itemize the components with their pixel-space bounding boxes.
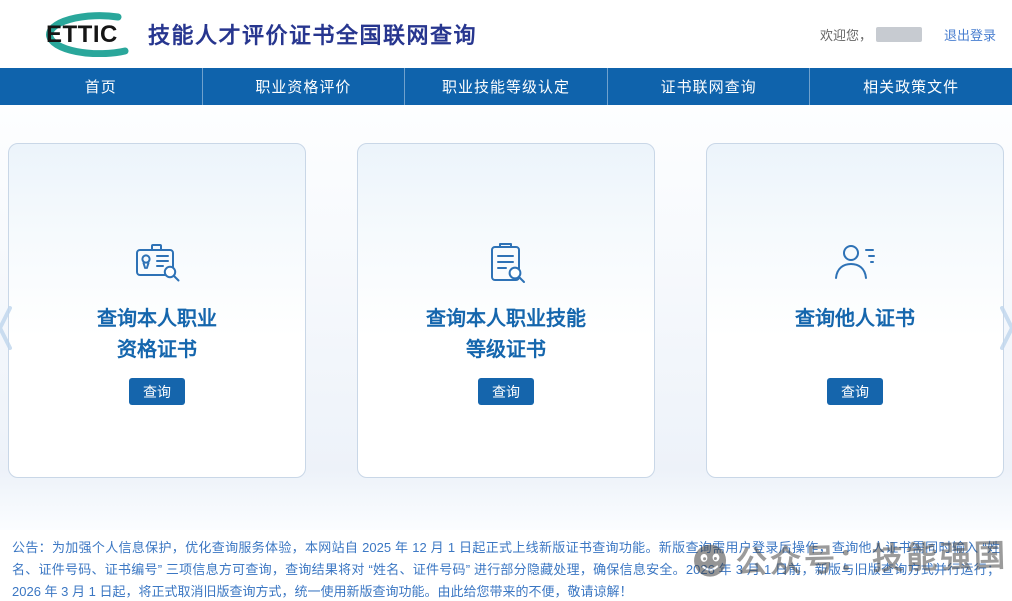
site-header: ETTIC 技能人才评价证书全国联网查询 欢迎您， 退出登录 [0, 0, 1012, 68]
query-own-skill-level-button[interactable]: 查询 [478, 378, 534, 405]
card-title: 查询他人证书 [795, 304, 915, 366]
logout-link[interactable]: 退出登录 [944, 25, 996, 44]
card-title-line1: 查询他人证书 [795, 304, 915, 335]
card-query-own-qualification-certificate: 查询本人职业 资格证书 查询 [8, 143, 306, 478]
query-own-qualification-button[interactable]: 查询 [129, 378, 185, 405]
logo-text: ETTIC [46, 21, 118, 48]
main-nav: 首页 职业资格评价 职业技能等级认定 证书联网查询 相关政策文件 [0, 68, 1012, 105]
cettic-logo: ETTIC [26, 11, 138, 57]
document-search-icon [481, 238, 531, 288]
card-title-line1: 查询本人职业 [97, 304, 217, 335]
card-query-own-skill-level-certificate: 查询本人职业技能 等级证书 查询 [357, 143, 655, 478]
user-area: 欢迎您， 退出登录 [820, 25, 996, 44]
nav-item-qualification-evaluation[interactable]: 职业资格评价 [202, 68, 405, 105]
query-others-certificate-button[interactable]: 查询 [827, 378, 883, 405]
nav-item-policy-documents[interactable]: 相关政策文件 [809, 68, 1012, 105]
main-content: 查询本人职业 资格证书 查询 查询本人职业技能 等级证书 查询 [0, 105, 1012, 530]
nav-item-certificate-network-query[interactable]: 证书联网查询 [607, 68, 810, 105]
carousel-prev-icon[interactable] [0, 305, 13, 351]
nav-item-skill-level-certification[interactable]: 职业技能等级认定 [404, 68, 607, 105]
person-search-icon [829, 238, 881, 288]
site-title: 技能人才评价证书全国联网查询 [148, 18, 477, 50]
nav-item-home[interactable]: 首页 [0, 68, 202, 105]
card-title: 查询本人职业 资格证书 [97, 304, 217, 366]
card-query-others-certificate: 查询他人证书 查询 [706, 143, 1004, 478]
announcement-text: 公告：为加强个人信息保护，优化查询服务体验，本网站自 2025 年 12 月 1… [12, 537, 1000, 601]
announcement: 公告：为加强个人信息保护，优化查询服务体验，本网站自 2025 年 12 月 1… [0, 530, 1012, 601]
page: ETTIC 技能人才评价证书全国联网查询 欢迎您， 退出登录 首页 职业资格评价… [0, 0, 1012, 601]
username-redacted [876, 27, 922, 42]
id-card-search-icon [132, 238, 182, 288]
card-title-line2: 资格证书 [97, 335, 217, 366]
card-title-line2: 等级证书 [426, 335, 586, 366]
logo-swoosh-icon: ETTIC [26, 11, 138, 57]
welcome-text: 欢迎您， [820, 25, 872, 44]
carousel-next-icon[interactable] [999, 305, 1012, 351]
card-title: 查询本人职业技能 等级证书 [426, 304, 586, 366]
card-title-line1: 查询本人职业技能 [426, 304, 586, 335]
